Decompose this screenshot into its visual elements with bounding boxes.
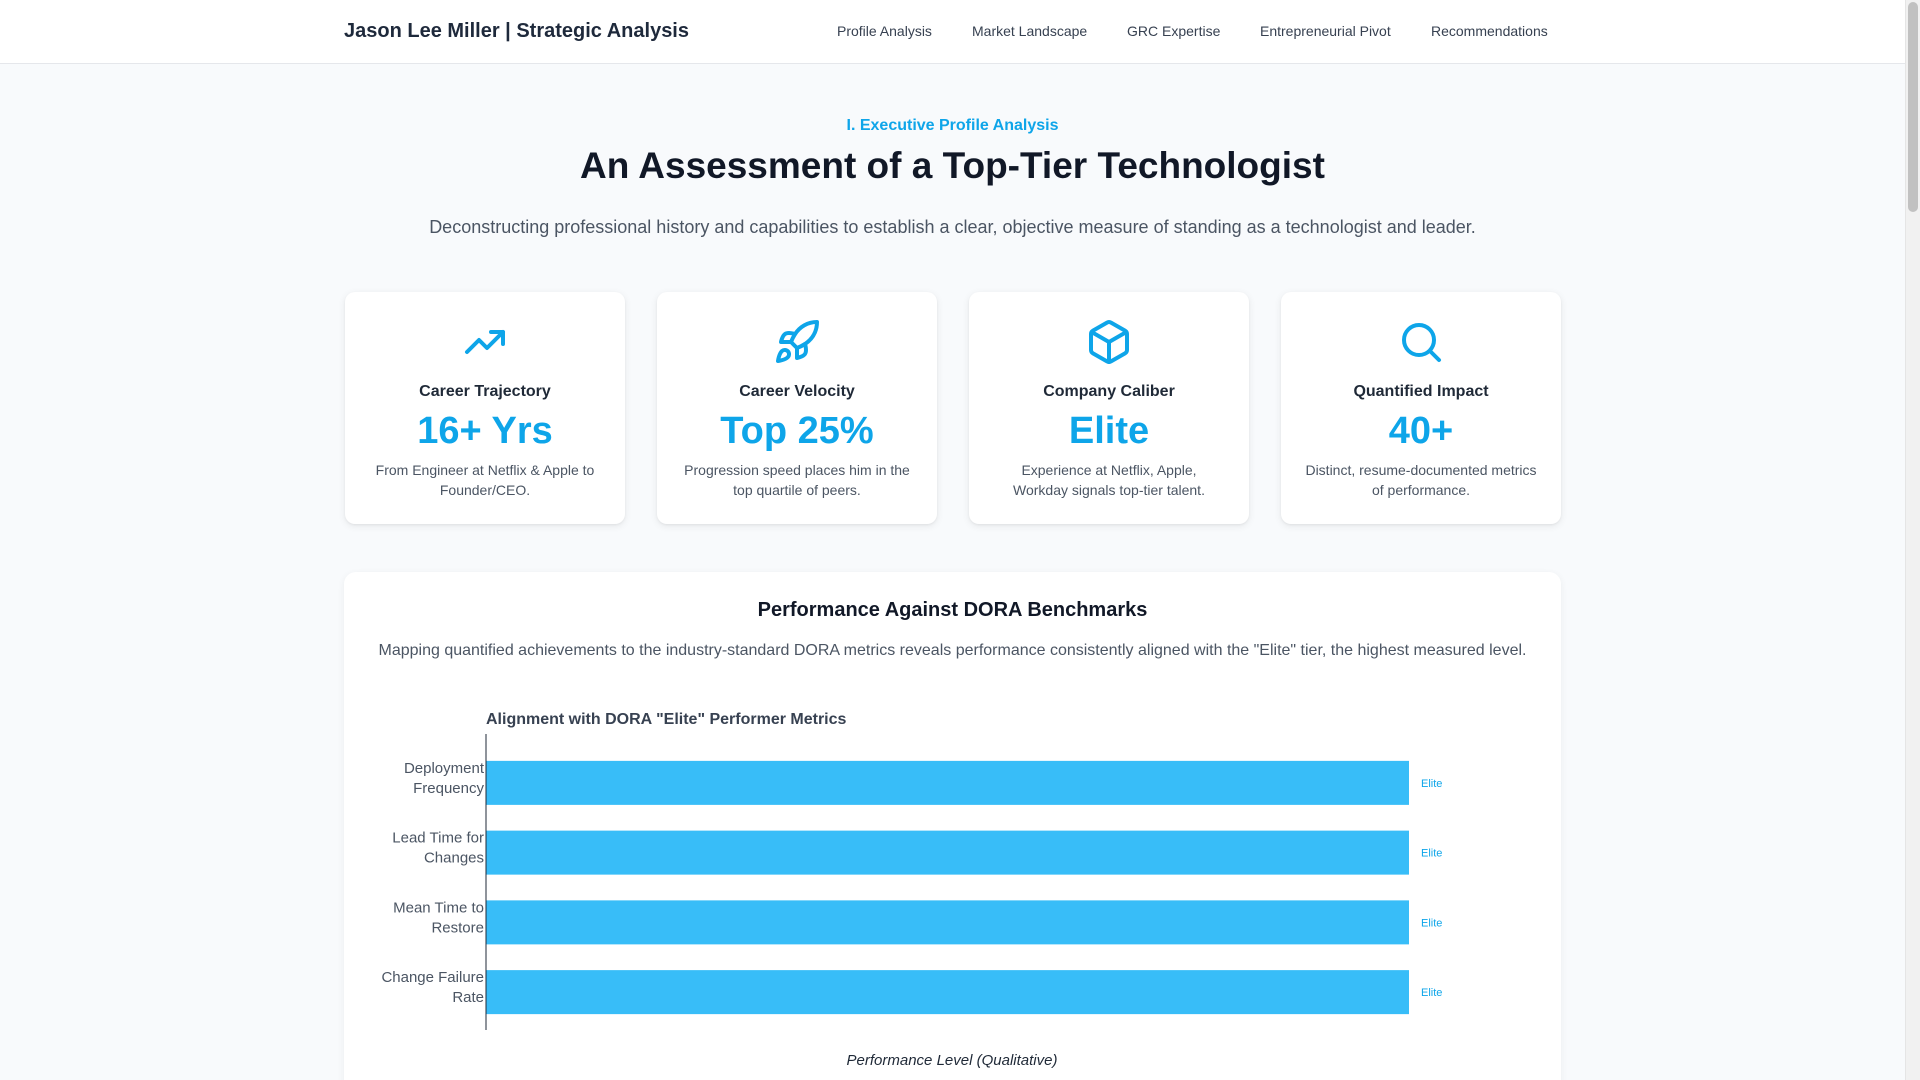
chart-data-label: Elite <box>1421 848 1442 860</box>
card-title: Career Trajectory <box>419 383 551 400</box>
card-title: Career Velocity <box>739 383 855 400</box>
chart-category-label: Deployment <box>404 760 485 777</box>
stat-card-career-trajectory: Career Trajectory 16+ Yrs From Engineer at… <box>345 292 625 524</box>
chart-category-label: Changes <box>424 850 484 867</box>
card-value: 40+ <box>1388 410 1454 452</box>
scrollbar-thumb[interactable] <box>1908 2 1918 212</box>
chart-bar <box>486 830 1409 875</box>
dora-chart-panel: Performance Against DORA Benchmarks Mapp… <box>344 572 1561 1080</box>
nav-link-recommendations[interactable]: Recommendations <box>1431 23 1548 39</box>
page-title: An Assessment of a Top-Tier Technologist <box>580 145 1325 186</box>
chart-data-label: Elite <box>1421 778 1442 790</box>
nav-link-grc-expertise[interactable]: GRC Expertise <box>1127 23 1220 39</box>
cube-icon <box>969 318 1249 366</box>
nav-link-entrepreneurial-pivot[interactable]: Entrepreneurial Pivot <box>1260 23 1391 39</box>
chart-bar <box>486 760 1409 805</box>
trending-up-icon <box>345 318 625 366</box>
top-navbar: Jason Lee Miller | Strategic Analysis Pr… <box>0 0 1905 64</box>
chart-x-axis-label: Performance Level (Qualitative) <box>847 1052 1058 1069</box>
chart-data-label: Elite <box>1421 987 1442 999</box>
search-icon <box>1281 318 1561 366</box>
dora-bar-chart: Alignment with DORA "Elite" Performer Me… <box>381 711 1442 1069</box>
nav-link-profile-analysis[interactable]: Profile Analysis <box>837 23 932 39</box>
nav-link-market-landscape[interactable]: Market Landscape <box>972 23 1087 39</box>
card-value: Elite <box>1068 410 1150 452</box>
card-description: From Engineer at Netflix & Apple to Foun… <box>375 462 595 498</box>
scrollbar[interactable] <box>1905 0 1920 1080</box>
chart-category-label: Rate <box>452 989 484 1006</box>
chart-bar <box>486 970 1409 1015</box>
chart-category-label: Frequency <box>413 780 484 797</box>
chart-data-label: Elite <box>1421 917 1442 929</box>
chart-category-label: Mean Time to <box>393 899 484 916</box>
card-description: Experience at Netflix, Apple, Workday si… <box>1013 462 1205 498</box>
stat-card-company-caliber: Company Caliber Elite Experience at Netfli… <box>969 292 1249 524</box>
stat-card-career-velocity: Career Velocity Top 25% Progression speed … <box>657 292 937 524</box>
card-value: Top 25% <box>720 410 874 452</box>
page-subtitle: Deconstructing professional history and … <box>429 217 1476 237</box>
stat-card-quantified-impact: Quantified Impact 40+ Distinct, resume-doc… <box>1281 292 1561 524</box>
chart-category-label: Restore <box>431 919 484 936</box>
card-description: Distinct, resume-documented metrics of p… <box>1305 462 1537 498</box>
rocket-icon <box>657 318 937 366</box>
chart-category-label: Lead Time for <box>392 830 484 847</box>
card-title: Company Caliber <box>1043 383 1175 400</box>
chart-bar <box>486 900 1409 945</box>
card-title: Quantified Impact <box>1353 383 1489 400</box>
brand-title[interactable]: Jason Lee Miller | Strategic Analysis <box>344 20 689 43</box>
card-value: 16+ Yrs <box>417 410 553 452</box>
chart-title: Alignment with DORA "Elite" Performer Me… <box>486 711 847 728</box>
chart-category-label: Change Failure <box>381 969 484 986</box>
section-kicker: I. Executive Profile Analysis <box>846 117 1059 134</box>
card-description: Progression speed places him in the top … <box>684 462 910 498</box>
